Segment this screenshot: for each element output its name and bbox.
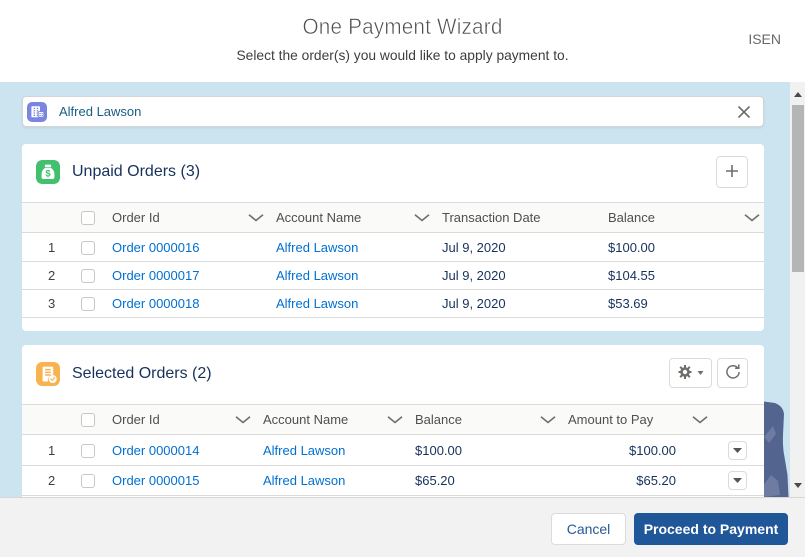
svg-text:$: $ [45, 168, 51, 179]
